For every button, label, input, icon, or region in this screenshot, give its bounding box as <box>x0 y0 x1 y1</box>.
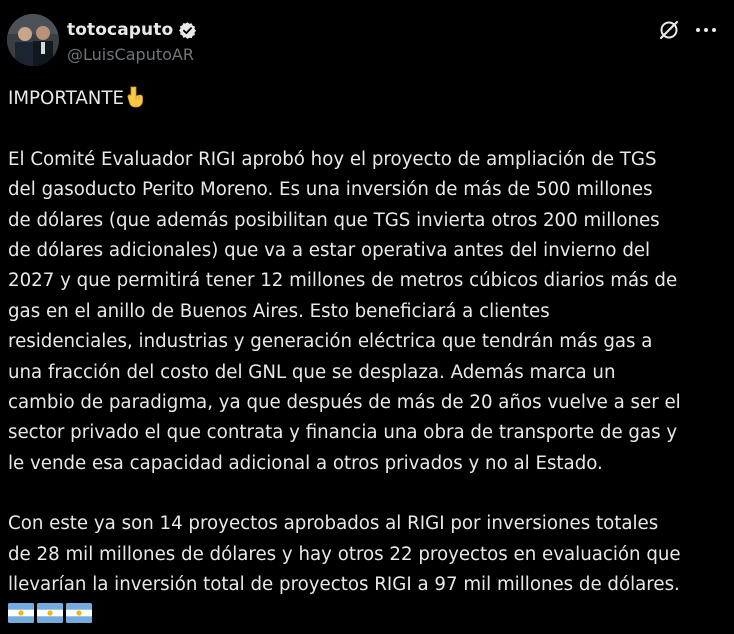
paragraph-line: El Comité Evaluador RIGI aprobó hoy el p… <box>8 148 657 170</box>
paragraph-line: le vende esa capacidad adicional a otros… <box>8 452 603 474</box>
tweet-text: IMPORTANTE El Comité Evaluador RIGI apro… <box>8 84 730 623</box>
paragraph-line: cambio de paradigma, ya que después de m… <box>8 391 681 413</box>
more-options-icon[interactable] <box>693 18 719 42</box>
paragraph-line: gas en el anillo de Buenos Aires. Esto b… <box>8 300 550 322</box>
name-row: totocaputo <box>67 20 197 40</box>
display-name[interactable]: totocaputo <box>67 20 173 40</box>
paragraph-line: de dólares (que además posibilitan que T… <box>8 209 660 231</box>
paragraph-line: del gasoducto Perito Moreno. Es una inve… <box>8 179 653 201</box>
paragraph-line: de 28 mil millones de dólares y hay otro… <box>8 543 681 565</box>
argentina-flag-icon <box>66 602 92 623</box>
avatar[interactable] <box>7 14 59 66</box>
paragraph-line: llevarían la inversión total de proyecto… <box>8 574 680 596</box>
paragraph-line: 2027 y que permitirá tener 12 millones d… <box>8 270 678 292</box>
grok-icon[interactable] <box>657 18 681 42</box>
verified-badge-icon[interactable] <box>178 21 197 40</box>
paragraph-line: una fracción del costo del GNL que se de… <box>8 361 616 383</box>
tweet-header: totocaputo @LuisCaputoAR <box>7 14 727 70</box>
pointing-down-icon <box>125 86 145 108</box>
paragraph-line: residenciales, industrias y generación e… <box>8 331 653 353</box>
flags-row <box>8 602 730 623</box>
paragraph-line: de dólares adicionales) que va a estar o… <box>8 239 651 261</box>
paragraph-line: sector privado el que contrata y financi… <box>8 422 678 444</box>
argentina-flag-icon <box>37 602 63 623</box>
tweet-heading-line: IMPORTANTE <box>8 84 730 114</box>
user-handle[interactable]: @LuisCaputoAR <box>67 45 194 64</box>
paragraph-line: Con este ya son 14 proyectos aprobados a… <box>8 513 659 535</box>
tweet-heading: IMPORTANTE <box>8 88 124 109</box>
argentina-flag-icon <box>8 602 34 623</box>
